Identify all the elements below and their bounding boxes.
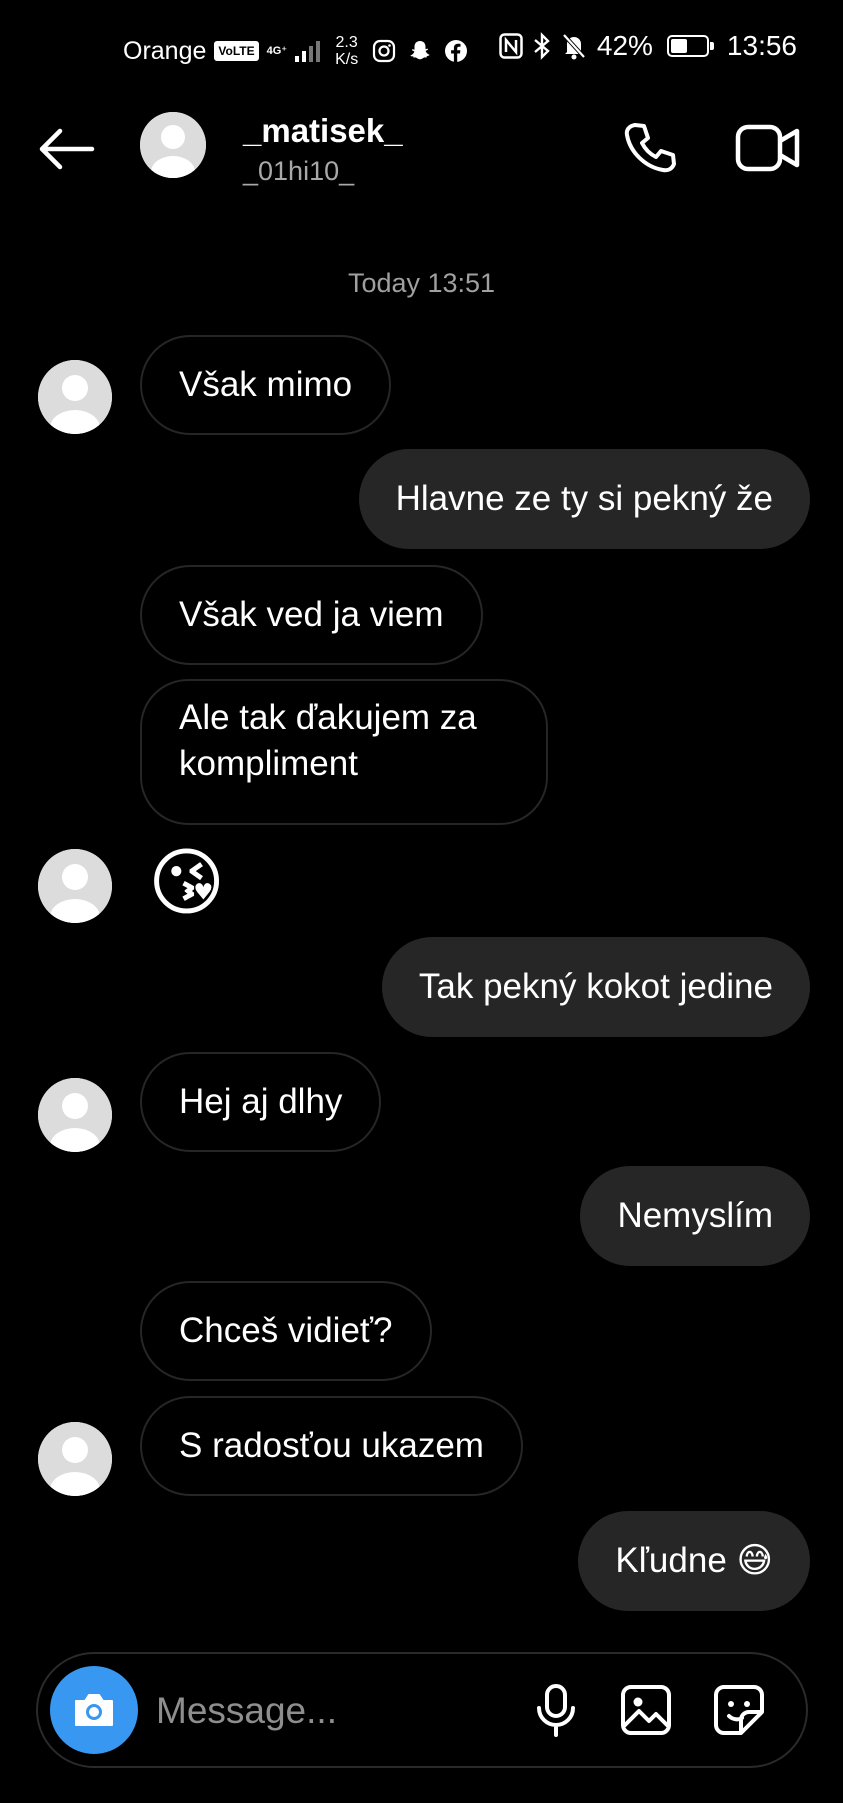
message-incoming[interactable]: Ale tak ďakujem za kompliment (140, 679, 548, 825)
instagram-icon (373, 39, 396, 63)
network-speed: 2.3 K/s (335, 34, 358, 68)
message-emoji-kiss[interactable]: 😘 (148, 838, 225, 928)
mute-bell-icon (562, 33, 586, 60)
battery-percent: 42% (596, 30, 653, 61)
sender-avatar[interactable] (38, 360, 112, 434)
message-composer (36, 1652, 808, 1768)
default-avatar-icon (38, 849, 112, 923)
sender-avatar[interactable] (38, 1078, 112, 1152)
sticker-icon[interactable] (709, 1680, 769, 1740)
volte-badge: VoLTE (214, 41, 259, 61)
message-outgoing[interactable]: Hlavne ze ty si pekný že (358, 449, 810, 549)
nfc-icon (499, 33, 523, 59)
message-incoming[interactable]: Hej aj dlhy (140, 1052, 382, 1152)
message-outgoing[interactable]: Kľudne 😅 (578, 1511, 810, 1611)
network-speed-unit: K/s (335, 51, 359, 68)
message-input[interactable] (156, 1684, 486, 1738)
status-right: 42% 13:56 (499, 30, 797, 62)
default-avatar-icon (140, 112, 206, 178)
clock: 13:56 (726, 30, 797, 61)
camera-button[interactable] (50, 1666, 138, 1754)
microphone-icon[interactable] (526, 1680, 586, 1740)
battery-icon (666, 35, 714, 57)
camera-icon (75, 1694, 113, 1726)
sender-avatar[interactable] (38, 1422, 112, 1496)
default-avatar-icon (38, 360, 112, 434)
contact-username[interactable]: _01hi10_ (243, 156, 354, 187)
audio-call-icon[interactable] (620, 120, 680, 176)
chat-header: _matisek_ _01hi10_ (0, 100, 843, 220)
message-incoming[interactable]: Však mimo (140, 335, 392, 435)
status-left: Orange VoLTE 4G⁺ 2.3 K/s (123, 34, 468, 68)
video-call-icon[interactable] (735, 122, 801, 174)
network-type: 4G⁺ (266, 45, 288, 57)
carrier-label: Orange (123, 36, 207, 65)
back-arrow-icon[interactable] (36, 124, 96, 174)
message-outgoing[interactable]: Tak pekný kokot jedine (381, 937, 810, 1037)
message-incoming[interactable]: Však ved ja viem (140, 565, 483, 665)
message-incoming[interactable]: Chceš vidieť? (140, 1281, 432, 1381)
contact-avatar[interactable] (140, 112, 206, 178)
bluetooth-icon (534, 32, 550, 60)
contact-name[interactable]: _matisek_ (243, 112, 403, 150)
snapchat-icon (410, 41, 430, 60)
gallery-icon[interactable] (616, 1680, 676, 1740)
signal-icon (295, 41, 321, 62)
message-incoming[interactable]: S radosťou ukazem (140, 1396, 523, 1496)
network-speed-value: 2.3 (335, 34, 358, 51)
message-outgoing[interactable]: Nemyslím (580, 1166, 810, 1266)
sender-avatar[interactable] (38, 849, 112, 923)
status-bar: Orange VoLTE 4G⁺ 2.3 K/s 42% 13:56 (0, 0, 843, 100)
conversation-timestamp: Today 13:51 (347, 268, 496, 298)
default-avatar-icon (38, 1422, 112, 1496)
facebook-icon (445, 40, 468, 62)
default-avatar-icon (38, 1078, 112, 1152)
